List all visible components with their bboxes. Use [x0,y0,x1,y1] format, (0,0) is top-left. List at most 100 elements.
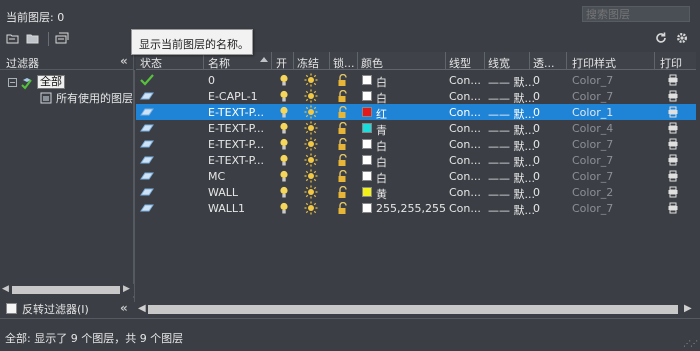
layer-row[interactable]: E-TEXT-P... 红 Con... —— 默... 0 Color_1 [136,104,696,121]
color-swatch[interactable] [362,203,372,213]
sun-thaw-icon[interactable] [304,105,318,119]
layer-states-manager-icon[interactable] [53,30,71,46]
lightbulb-on-icon[interactable] [277,185,291,199]
scroll-right-arrow-icon[interactable]: ▶ [684,303,692,314]
collapse-filter-pane-icon[interactable]: « [120,54,128,68]
color-swatch[interactable] [362,107,372,117]
layer-name[interactable]: E-TEXT-P... [208,106,264,119]
col-on[interactable]: 开 [276,55,287,71]
col-plot[interactable]: 打印 [660,55,682,71]
layer-row[interactable]: MC 白 Con... —— 默... 0 Color_7 [136,168,696,185]
layer-name[interactable]: E-TEXT-P... [208,154,264,167]
layer-row[interactable]: WALL1 255,255,255 Con... —— 默... 0 Color_7 [136,200,696,218]
grid-scrollbar-thumb[interactable] [148,305,678,314]
layer-row[interactable]: 0 白 Con... —— 默... 0 Color_7 [136,72,696,89]
sun-thaw-icon[interactable] [304,137,318,151]
layer-name[interactable]: 0 [208,74,215,87]
col-lineweight[interactable]: 线宽 [488,55,510,71]
color-swatch[interactable] [362,187,372,197]
unlock-icon[interactable] [336,89,350,103]
color-swatch[interactable] [362,139,372,149]
layer-row[interactable]: WALL 黄 Con... —— 默... 0 Color_2 [136,184,696,201]
search-layers-input[interactable] [582,6,690,22]
color-swatch[interactable] [362,91,372,101]
invert-filter-checkbox[interactable] [6,303,17,314]
layer-linetype[interactable]: Con... [449,74,481,87]
layer-transparency[interactable]: 0 [533,186,540,199]
lightbulb-on-icon[interactable] [277,121,291,135]
tree-collapse-toggle-icon[interactable]: − [8,77,17,87]
layer-row[interactable]: E-TEXT-P... 青 Con... —— 默... 0 Color_4 [136,120,696,137]
layer-name[interactable]: MC [208,170,225,183]
layer-linetype[interactable]: Con... [449,106,481,119]
filter-scrollbar-thumb[interactable] [12,286,120,294]
color-swatch[interactable] [362,75,372,85]
col-status[interactable]: 状态 [140,55,162,71]
printer-icon[interactable] [666,201,680,215]
col-color[interactable]: 颜色 [361,55,383,71]
layer-transparency[interactable]: 0 [533,106,540,119]
unlock-icon[interactable] [336,185,350,199]
filter-tree-item-all[interactable]: − 全部 [8,74,65,90]
layer-linetype[interactable]: Con... [449,122,481,135]
color-swatch[interactable] [362,155,372,165]
scroll-left-arrow-icon[interactable]: ◀ [138,303,146,314]
sun-thaw-icon[interactable] [304,89,318,103]
printer-icon[interactable] [666,137,680,151]
sun-thaw-icon[interactable] [304,153,318,167]
settings-gear-icon[interactable] [673,30,691,46]
layer-transparency[interactable]: 0 [533,138,540,151]
layer-transparency[interactable]: 0 [533,154,540,167]
layer-name[interactable]: E-TEXT-P... [208,138,264,151]
lightbulb-on-icon[interactable] [277,105,291,119]
refresh-icon[interactable] [652,30,670,46]
sun-thaw-icon[interactable] [304,169,318,183]
layer-linetype[interactable]: Con... [449,154,481,167]
unlock-icon[interactable] [336,137,350,151]
layer-row[interactable]: E-TEXT-P... 白 Con... —— 默... 0 Color_7 [136,152,696,169]
layer-linetype[interactable]: Con... [449,138,481,151]
col-linetype[interactable]: 线型 [449,55,471,71]
layer-linetype[interactable]: Con... [449,90,481,103]
resize-grip-icon[interactable]: ⋰⋰ [683,339,698,348]
lightbulb-on-icon[interactable] [277,201,291,215]
color-swatch[interactable] [362,123,372,133]
new-group-filter-icon[interactable] [24,30,42,46]
sun-thaw-icon[interactable] [304,185,318,199]
lightbulb-on-icon[interactable] [277,169,291,183]
unlock-icon[interactable] [336,121,350,135]
scroll-left-arrow-icon[interactable]: ◀ [2,284,9,294]
lightbulb-on-icon[interactable] [277,153,291,167]
sun-thaw-icon[interactable] [304,73,318,87]
layer-row[interactable]: E-CAPL-1 白 Con... —— 默... 0 Color_7 [136,88,696,105]
sun-thaw-icon[interactable] [304,201,318,215]
layer-lineweight[interactable]: —— 默... [488,202,535,218]
layer-transparency[interactable]: 0 [533,90,540,103]
grid-horizontal-scrollbar[interactable]: ◀ ▶ [136,302,696,316]
filter-tree-item-used-layers[interactable]: 所有使用的图层 [40,90,133,106]
printer-icon[interactable] [666,105,680,119]
layer-name[interactable]: WALL [208,186,238,199]
unlock-icon[interactable] [336,153,350,167]
new-property-filter-icon[interactable] [4,30,22,46]
layer-transparency[interactable]: 0 [533,170,540,183]
layer-transparency[interactable]: 0 [533,74,540,87]
sun-thaw-icon[interactable] [304,121,318,135]
layer-linetype[interactable]: Con... [449,186,481,199]
col-freeze[interactable]: 冻结 [297,55,319,71]
color-swatch[interactable] [362,171,372,181]
lightbulb-on-icon[interactable] [277,73,291,87]
layer-row[interactable]: E-TEXT-P... 白 Con... —— 默... 0 Color_7 [136,136,696,153]
layer-color-name[interactable]: 255,255,255 [376,202,446,215]
printer-icon[interactable] [666,185,680,199]
layer-name[interactable]: WALL1 [208,202,245,215]
printer-icon[interactable] [666,73,680,87]
unlock-icon[interactable] [336,169,350,183]
col-lock[interactable]: 锁... [333,55,355,71]
layer-transparency[interactable]: 0 [533,202,540,215]
layer-linetype[interactable]: Con... [449,202,481,215]
unlock-icon[interactable] [336,73,350,87]
layer-name[interactable]: E-CAPL-1 [208,90,258,103]
scroll-right-arrow-icon[interactable]: ▶ [123,284,130,294]
filter-panel-scrollbar[interactable]: ◀ ▶ [0,284,134,296]
